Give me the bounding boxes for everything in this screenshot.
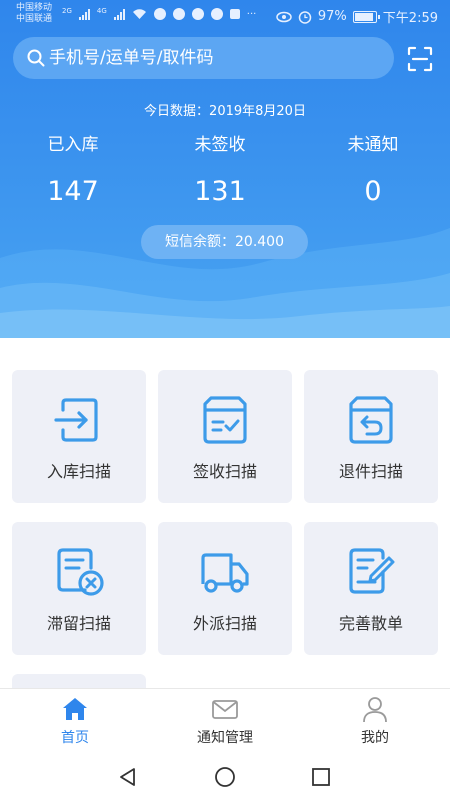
tile-return-scan[interactable]: 退件扫描 (304, 370, 438, 503)
stat-unsigned[interactable]: 未签收 131 (160, 133, 280, 209)
tile-label: 签收扫描 (192, 462, 257, 481)
home-circle-icon[interactable] (214, 766, 236, 788)
tile-label: 退件扫描 (338, 462, 403, 481)
mail-icon (212, 700, 238, 719)
search-icon (27, 49, 45, 67)
document-cancel-icon (57, 548, 104, 596)
tile-sign-scan[interactable]: 签收扫描 (158, 370, 292, 503)
stat-stored[interactable]: 已入库 147 (13, 133, 133, 209)
recents-icon[interactable] (310, 766, 332, 788)
back-icon[interactable] (117, 766, 139, 788)
box-return-icon (349, 396, 393, 444)
stat-label: 未签收 (194, 135, 246, 155)
carrier-primary: 中国移动 (16, 3, 53, 13)
tile-label: 滞留扫描 (46, 614, 111, 633)
tab-label: 通知管理 (197, 730, 253, 746)
tab-label: 我的 (361, 730, 389, 746)
signal-icon (113, 8, 125, 20)
tab-label: 首页 (61, 730, 89, 746)
carrier-labels: 中国移动 中国联通 (16, 3, 52, 25)
user-icon (363, 697, 387, 723)
tab-notifications[interactable]: 通知管理 (150, 689, 300, 753)
home-icon (63, 698, 87, 720)
bottom-tab-bar: 首页 通知管理 我的 (0, 688, 450, 752)
wifi-icon (132, 9, 146, 19)
tile-label: 完善散单 (338, 614, 403, 633)
network-type-1: 2G (62, 7, 72, 15)
alarm-icon (298, 10, 312, 24)
tiktok-icon (210, 8, 223, 20)
alipay-icon (229, 9, 240, 19)
stat-value: 147 (47, 176, 99, 207)
search-input[interactable] (49, 48, 379, 68)
tile-complete-order[interactable]: 完善散单 (304, 522, 438, 655)
sms-balance-badge[interactable]: 短信余额：20.400 (141, 225, 308, 259)
battery-icon (352, 10, 380, 23)
scan-code-icon[interactable] (407, 46, 433, 72)
status-icons-left: 2G 4G ··· (62, 8, 256, 20)
more-notifications-icon: ··· (246, 8, 257, 20)
status-bar: 中国移动 中国联通 2G 4G ··· 97% 下午2:59 (0, 0, 450, 30)
tile-label: 入库扫描 (46, 462, 111, 481)
wave-decoration (0, 228, 450, 338)
system-navigation-bar (0, 752, 450, 800)
qq-icon (172, 8, 185, 20)
stat-label: 未通知 (347, 135, 399, 155)
today-date-label: 今日数据：2019年8月20日 (144, 104, 306, 119)
delivery-truck-icon (201, 553, 249, 593)
app-notification-icon (153, 8, 166, 20)
tab-mine[interactable]: 我的 (300, 689, 450, 753)
header-panel: 中国移动 中国联通 2G 4G ··· 97% 下午2:59 手机号/运单号/取… (0, 0, 450, 338)
document-edit-icon (349, 548, 395, 594)
login-arrow-icon (54, 398, 98, 442)
stat-label: 已入库 (47, 135, 99, 155)
carrier-secondary: 中国联通 (16, 14, 53, 24)
box-check-icon (203, 396, 247, 444)
status-icons-right: 97% 下午2:59 (276, 7, 438, 26)
app-notification-icon (191, 8, 204, 20)
tab-home[interactable]: 首页 (0, 689, 150, 753)
stat-unnotified[interactable]: 未通知 0 (313, 133, 433, 209)
stat-value: 0 (364, 176, 382, 207)
tile-label: 外派扫描 (192, 614, 257, 633)
eye-comfort-icon (276, 11, 292, 22)
stat-value: 131 (194, 176, 246, 207)
clock: 下午2:59 (382, 11, 438, 26)
tile-retention-scan[interactable]: 滞留扫描 (12, 522, 146, 655)
search-bar[interactable] (13, 37, 394, 79)
battery-percent: 97% (317, 9, 347, 24)
tile-inbound-scan[interactable]: 入库扫描 (12, 370, 146, 503)
battery-level (354, 12, 374, 21)
tile-dispatch-scan[interactable]: 外派扫描 (158, 522, 292, 655)
network-type-2: 4G (96, 7, 107, 15)
signal-icon (78, 8, 90, 20)
